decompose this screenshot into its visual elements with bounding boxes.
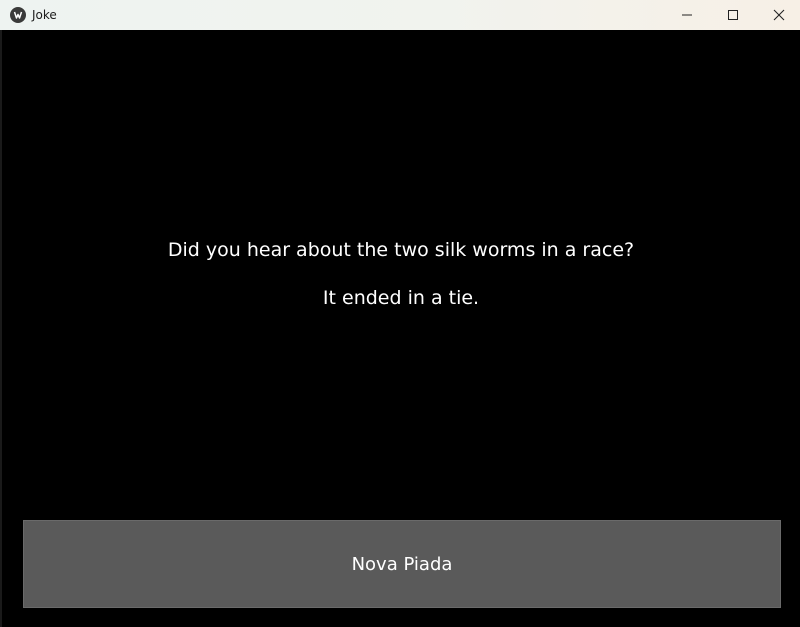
title-bar[interactable]: Joke [0,0,800,30]
minimize-button[interactable] [664,0,710,30]
maximize-icon [728,10,738,20]
window-title: Joke [32,8,57,22]
joke-punchline-text: It ended in a tie. [322,287,480,309]
new-joke-button-label: Nova Piada [351,553,453,575]
close-button[interactable] [756,0,800,30]
close-icon [773,9,785,21]
joke-panel: Did you hear about the two silk worms in… [2,30,800,627]
app-window: Joke Did you hear about the two silk wor… [0,0,800,627]
app-icon [10,7,26,23]
minimize-icon [682,14,692,16]
maximize-button[interactable] [710,0,756,30]
joke-setup-text: Did you hear about the two silk worms in… [167,239,635,261]
new-joke-button[interactable]: Nova Piada [23,520,781,608]
